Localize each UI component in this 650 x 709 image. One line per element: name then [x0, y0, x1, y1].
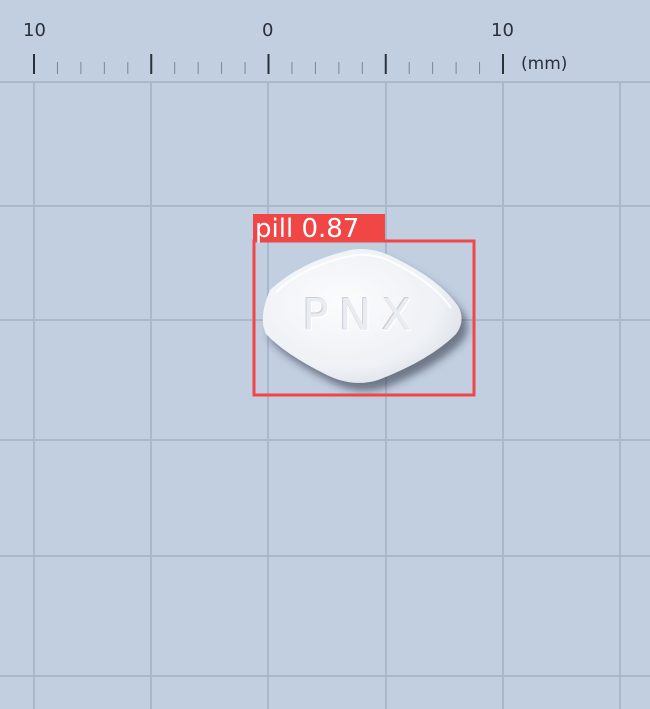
ruler-label-left: 10: [23, 20, 46, 41]
photo-scene: 10 0 10 (mm) PNX pill 0.87: [0, 0, 650, 709]
pill-imprint: PNX: [302, 290, 422, 341]
background-grid: [0, 0, 650, 709]
detection-label: pill 0.87: [253, 214, 385, 244]
ruler-label-center: 0: [262, 20, 274, 41]
ruler-unit-label: (mm): [521, 54, 568, 74]
ruler-label-right: 10: [491, 20, 514, 41]
